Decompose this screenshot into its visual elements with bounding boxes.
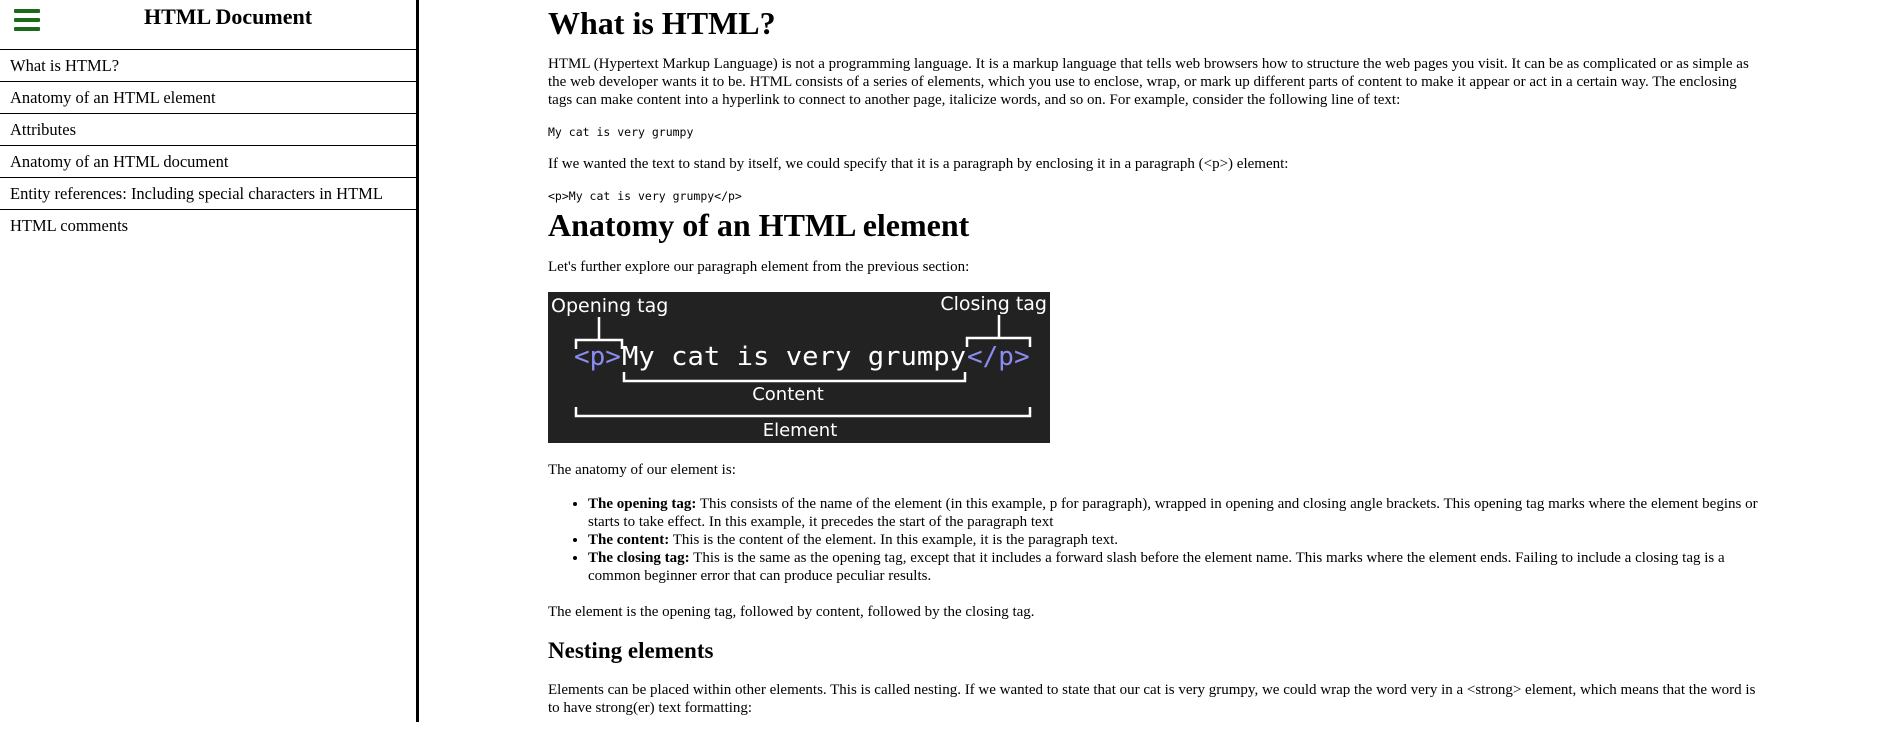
anatomy-list: The opening tag: This consists of the na… (548, 495, 1763, 585)
intro-paragraph: HTML (Hypertext Markup Language) is not … (548, 56, 1749, 108)
element-summary: The element is the opening tag, followed… (548, 604, 1035, 620)
sidebar: HTML Document What is HTML? Anatomy of a… (0, 0, 419, 722)
closing-tag-label: Closing tag (940, 293, 1047, 315)
nav-item-what-is-html[interactable]: What is HTML? (0, 50, 416, 82)
code-example-paragraph: <p>My cat is very grumpy</p> (548, 189, 742, 203)
term-closing-tag: The closing tag: (588, 550, 690, 566)
desc-opening-tag: This consists of the name of the element… (588, 496, 1758, 530)
code-open-tag: <p> (574, 342, 621, 372)
element-anatomy-diagram: Opening tag Closing tag <p> My cat is ve… (548, 292, 1050, 443)
list-item-content: The content: This is the content of the … (588, 531, 1760, 549)
main-content: What is HTML? HTML (Hypertext Markup Lan… (548, 0, 1763, 733)
nav-item-anatomy-document[interactable]: Anatomy of an HTML document (0, 146, 416, 178)
hamburger-menu-icon[interactable] (14, 9, 40, 31)
nav-item-entity-references[interactable]: Entity references: Including special cha… (0, 178, 416, 210)
sidebar-title: HTML Document (143, 4, 313, 29)
list-item-closing-tag: The closing tag: This is the same as the… (588, 549, 1760, 585)
heading-anatomy-element: Anatomy of an HTML element (548, 207, 970, 243)
sidebar-header: HTML Document (0, 0, 416, 50)
nesting-paragraph: Elements can be placed within other elem… (548, 682, 1756, 716)
list-item-opening-tag: The opening tag: This consists of the na… (588, 495, 1760, 531)
heading-nesting-elements: Nesting elements (548, 638, 714, 663)
nav-item-html-comments[interactable]: HTML comments (0, 210, 416, 241)
code-example-plain: My cat is very grumpy (548, 125, 694, 139)
content-label: Content (752, 384, 824, 405)
sidebar-nav: What is HTML? Anatomy of an HTML element… (0, 50, 416, 241)
opening-tag-label: Opening tag (551, 295, 668, 317)
anatomy-intro: The anatomy of our element is: (548, 462, 736, 478)
code-close-tag: </p> (967, 342, 1030, 372)
code-content: My cat is very grumpy (622, 342, 966, 372)
explore-paragraph: Let's further explore our paragraph elem… (548, 259, 970, 275)
nav-item-anatomy-element[interactable]: Anatomy of an HTML element (0, 82, 416, 114)
desc-closing-tag: This is the same as the opening tag, exc… (588, 550, 1725, 584)
paragraph-element-explanation: If we wanted the text to stand by itself… (548, 156, 1289, 172)
desc-content: This is the content of the element. In t… (669, 532, 1119, 548)
term-opening-tag: The opening tag: (588, 496, 697, 512)
heading-what-is-html: What is HTML? (548, 5, 776, 41)
element-label: Element (763, 420, 838, 441)
nav-item-attributes[interactable]: Attributes (0, 114, 416, 146)
term-content: The content: (588, 532, 670, 548)
